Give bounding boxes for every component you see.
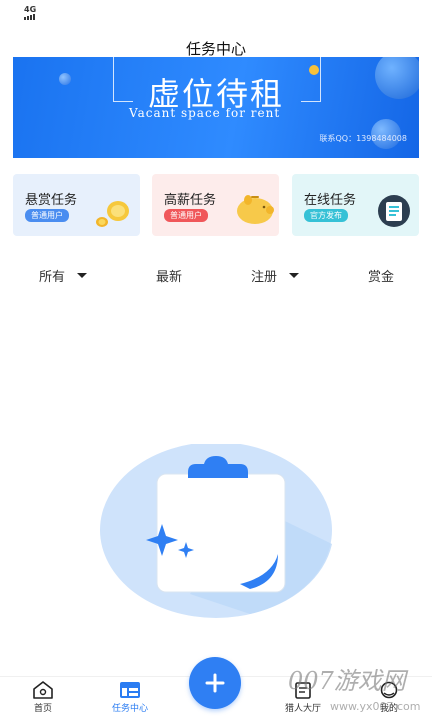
banner-contact: 联系QQ：1398484008 [319, 134, 408, 143]
network-label: 4G [24, 5, 37, 14]
filter-label: 所有 [39, 270, 66, 285]
home-icon [33, 681, 53, 699]
card-online-task[interactable]: 在线任务 官方发布 [292, 174, 419, 236]
page-title: 任务中心 [185, 40, 246, 58]
caret-down-icon [77, 273, 88, 278]
card-tag: 普通用户 [25, 209, 69, 222]
card-title: 悬赏任务 [25, 193, 78, 208]
filter-all[interactable]: 所有 [39, 266, 88, 285]
card-high-pay-task[interactable]: 高薪任务 普通用户 [152, 174, 279, 236]
card-title: 在线任务 [304, 193, 357, 208]
task-category-cards: 悬赏任务 普通用户 高薪任务 普通用户 在线任务 官方发布 [13, 174, 419, 236]
nav-task-center[interactable]: 任务中心 [95, 681, 165, 714]
empty-state-illustration [100, 444, 332, 618]
coins-icon [96, 201, 129, 227]
card-tag: 普通用户 [164, 209, 208, 222]
nav-label: 首页 [33, 704, 52, 714]
promo-banner[interactable]: 虚位待租 Vacant space for rent 联系QQ：13984840… [13, 57, 419, 158]
filter-label: 赏金 [368, 270, 395, 285]
signal-icon [24, 14, 35, 20]
filter-label: 注册 [251, 270, 278, 285]
plus-icon [205, 673, 225, 693]
card-title: 高薪任务 [164, 193, 217, 208]
filter-latest[interactable]: 最新 [156, 266, 182, 285]
card-tag: 官方发布 [304, 209, 348, 222]
filter-label: 最新 [156, 270, 183, 285]
nav-label: 任务中心 [111, 704, 148, 714]
watermark-url: www.yx007.com [330, 700, 421, 713]
caret-down-icon [289, 273, 300, 278]
nav-label: 猎人大厅 [284, 704, 321, 714]
clipboard-icon [378, 195, 410, 227]
filter-bar: 所有 最新 注册 赏金 [0, 264, 432, 288]
filter-register[interactable]: 注册 [251, 266, 300, 285]
card-reward-task[interactable]: 悬赏任务 普通用户 [13, 174, 140, 236]
filter-bounty[interactable]: 赏金 [368, 266, 394, 285]
watermark: 007游戏网 [288, 667, 406, 695]
nav-home[interactable]: 首页 [8, 681, 78, 714]
piggy-bank-icon [237, 195, 274, 224]
publish-task-button[interactable] [189, 657, 241, 709]
task-center-icon [120, 682, 140, 698]
banner-subtitle: Vacant space for rent [129, 106, 281, 120]
status-bar: 4G [0, 0, 432, 26]
